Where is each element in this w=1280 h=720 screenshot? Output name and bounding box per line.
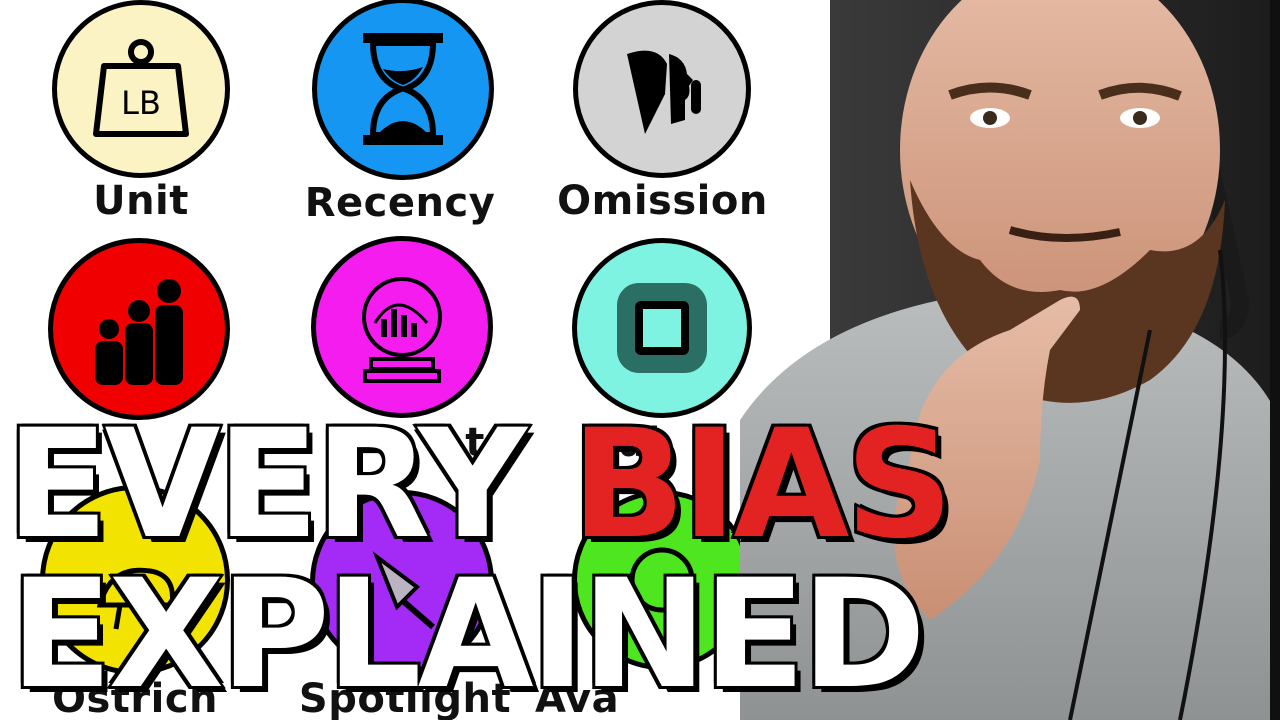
recency-label: Recency xyxy=(304,180,496,226)
weight-lb-icon: LB xyxy=(93,39,189,137)
hourglass-icon xyxy=(363,33,443,145)
crystal-ball-chart-icon xyxy=(362,277,442,383)
unit-bias-circle: LB xyxy=(52,0,230,178)
family-bias-circle xyxy=(48,238,230,420)
unit-label: Unit xyxy=(93,178,189,224)
headline-line-1: EVERY BIAS xyxy=(4,408,956,563)
thumbnail-canvas: LB Unit Recency Omission t al Ostrich Sp… xyxy=(0,0,1280,720)
headline-explained: EXPLAINED xyxy=(7,548,928,720)
recency-bias-circle xyxy=(312,0,494,180)
crystal-ball-bias-circle xyxy=(311,236,493,418)
headline-bias-highlight: BIAS xyxy=(569,398,956,572)
headline-every: EVERY xyxy=(4,398,530,572)
family-silhouettes-icon xyxy=(95,279,183,385)
svg-text:LB: LB xyxy=(121,84,161,122)
headline-line-2: EXPLAINED xyxy=(7,558,928,713)
